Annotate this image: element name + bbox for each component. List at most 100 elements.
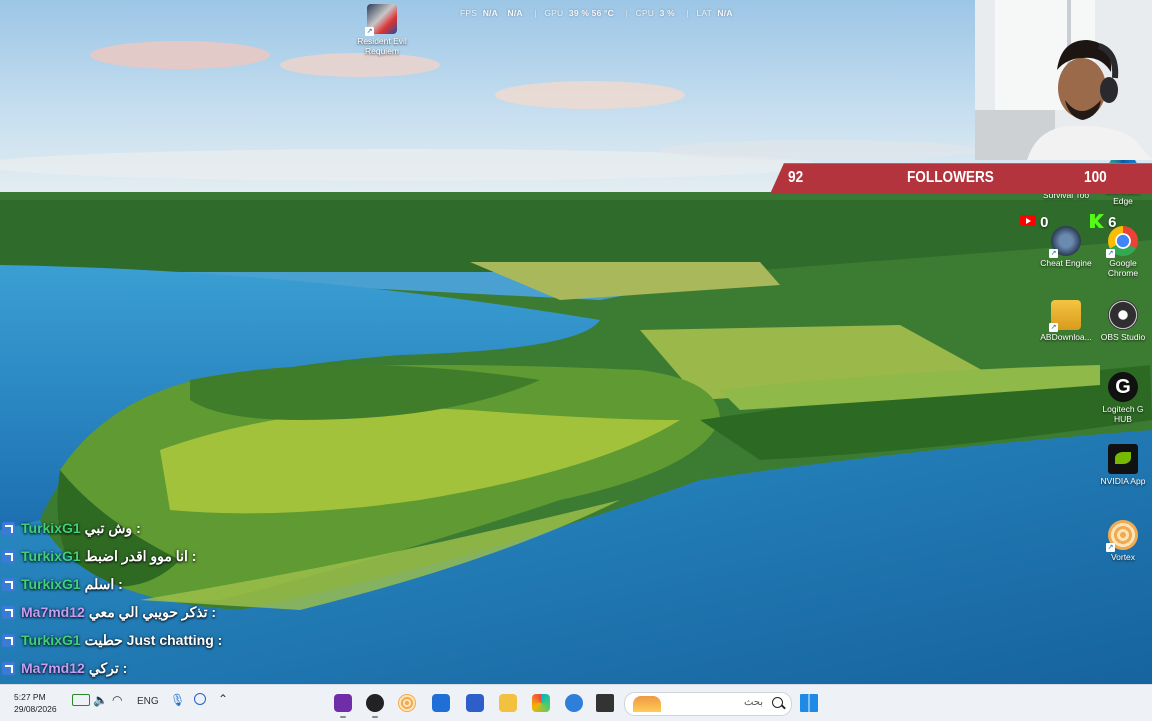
taskbar-search[interactable]: بحث	[624, 692, 792, 716]
volume-icon[interactable]: 🔈	[93, 693, 108, 707]
chat-text: وش تبي :	[84, 519, 141, 536]
start-button-windows-icon[interactable]	[800, 694, 818, 712]
divider: |	[625, 8, 628, 18]
followers-goal-banner: 92 FOLLOWERS 100	[770, 163, 1152, 194]
stream-chat: TurkixG1 وش تبي : TurkixG1 انا موو اقدر …	[2, 514, 302, 682]
gpu-label: GPU	[544, 8, 564, 18]
chat-badge-icon	[2, 661, 15, 675]
abdownloader-icon: ↗	[1049, 300, 1081, 332]
chat-badge-icon	[2, 521, 15, 535]
divider: |	[686, 8, 689, 18]
fps-label: FPS	[460, 8, 478, 18]
desktop-icon-label: Edge	[1113, 196, 1133, 206]
fps-value: N/A	[482, 8, 498, 18]
cheat-engine-icon: ↗	[1049, 226, 1081, 258]
shortcut-arrow-icon: ↗	[1106, 543, 1115, 552]
chat-message: TurkixG1 وش تبي :	[2, 514, 302, 542]
taskbar-copilot-icon[interactable]	[532, 694, 550, 712]
lat-label: LAT	[696, 8, 712, 18]
chat-message: TurkixG1 حطيت Just chatting :	[2, 626, 302, 654]
followers-label: FOLLOWERS	[907, 169, 994, 186]
chat-username: TurkixG1	[21, 576, 81, 592]
chat-username: TurkixG1	[21, 548, 81, 564]
chat-badge-icon	[2, 605, 15, 619]
taskbar-outlook-icon[interactable]	[432, 694, 450, 712]
taskbar-vortex-icon[interactable]	[398, 694, 416, 712]
divider: |	[534, 8, 537, 18]
clock-date: 29/08/2026	[14, 704, 57, 714]
taskbar-store-icon[interactable]	[466, 694, 484, 712]
chat-message: TurkixG1 اسلم :	[2, 570, 302, 598]
desktop-icon-label: OBS Studio	[1100, 332, 1146, 342]
shortcut-arrow-icon: ↗	[365, 27, 374, 36]
desktop-icon-label: Cheat Engine	[1040, 258, 1092, 268]
followers-goal: 100	[1084, 169, 1107, 186]
taskbar-file-explorer-icon[interactable]	[499, 694, 517, 712]
taskbar: 5:27 PM 29/08/2026 🔈 ◠ ENG 🎙 ⌃ بحث	[0, 684, 1152, 721]
desktop-icon-label: Vortex	[1110, 552, 1136, 562]
nvidia-icon	[1108, 444, 1138, 474]
taskbar-obs-icon[interactable]	[366, 694, 384, 718]
chat-message: Ma7md12 تركي :	[2, 654, 302, 682]
desktop-icon-label: Requiem	[364, 46, 400, 56]
chat-text: انا موو اقدر اضبط :	[84, 547, 197, 564]
desktop-icon-obs-studio[interactable]: OBS Studio	[1094, 300, 1152, 342]
chat-badge-icon	[2, 577, 15, 591]
chat-username: Ma7md12	[21, 604, 85, 620]
chat-message: TurkixG1 انا موو اقدر اضبط :	[2, 542, 302, 570]
chat-text: اسلم :	[84, 575, 123, 592]
language-indicator[interactable]: ENG	[137, 696, 159, 707]
network-icon[interactable]	[194, 693, 206, 705]
desktop-icon-google-chrome[interactable]: ↗ Google Chrome	[1094, 226, 1152, 278]
desktop-icon-label: HUB	[1114, 414, 1132, 424]
taskbar-terminal-icon[interactable]	[596, 694, 614, 712]
chat-username: TurkixG1	[21, 520, 81, 536]
chat-text: تذكر حويبي الي معي :	[88, 603, 217, 620]
desktop-icon-cheat-engine[interactable]: ↗ Cheat Engine	[1036, 226, 1096, 268]
desktop-icon-label: NVIDIA App	[1100, 476, 1146, 486]
chat-message: Ma7md12 تذكر حويبي الي معي :	[2, 598, 302, 626]
lat-value: N/A	[717, 8, 733, 18]
game-cover-icon: ↗	[365, 4, 397, 36]
desktop-icon-resident-evil-requiem[interactable]: ↗ Resident Evil Requiem	[352, 4, 412, 56]
desktop-icon-label: Google	[1109, 258, 1137, 268]
chat-text: حطيت Just chatting :	[84, 631, 223, 648]
desktop-icon-abdownloader[interactable]: ↗ ABDownloa...	[1036, 300, 1096, 342]
followers-current: 92	[788, 169, 804, 186]
chevron-up-icon[interactable]: ⌃	[218, 692, 228, 706]
fps-value-secondary: N/A	[507, 8, 523, 18]
taskbar-app-icon[interactable]	[334, 694, 352, 718]
search-placeholder: بحث	[743, 697, 763, 708]
wifi-icon[interactable]: ◠	[112, 693, 122, 707]
chat-username: TurkixG1	[21, 632, 81, 648]
chrome-icon: ↗	[1106, 226, 1138, 258]
taskbar-clock[interactable]: 5:27 PM 29/08/2026	[14, 691, 57, 715]
shortcut-arrow-icon: ↗	[1049, 323, 1058, 332]
youtube-icon	[1020, 215, 1036, 226]
microphone-icon[interactable]: 🎙	[170, 693, 185, 707]
webcam-feed	[975, 0, 1152, 160]
clock-time: 5:27 PM	[14, 692, 46, 702]
gpu-value: 39 % 56 °C	[568, 8, 614, 18]
taskbar-qbittorrent-icon[interactable]	[565, 694, 583, 712]
desktop-icon-nvidia-app[interactable]: NVIDIA App	[1094, 444, 1152, 486]
shortcut-arrow-icon: ↗	[1106, 249, 1115, 258]
chat-badge-icon	[2, 633, 15, 647]
chat-username: Ma7md12	[21, 660, 85, 676]
chat-text: تركي :	[88, 659, 128, 676]
vortex-icon: ↗	[1106, 520, 1138, 552]
desktop-icon-vortex[interactable]: ↗ Vortex	[1094, 520, 1152, 562]
search-icon	[772, 697, 783, 708]
desktop-icon-label: Logitech G	[1102, 404, 1144, 414]
search-highlight-icon	[633, 696, 661, 712]
cpu-value: 3 %	[659, 8, 675, 18]
desktop-icon-label: Resident Evil	[357, 36, 407, 46]
battery-icon[interactable]	[72, 694, 90, 706]
shortcut-arrow-icon: ↗	[1049, 249, 1058, 258]
obs-icon	[1108, 300, 1138, 330]
desktop-icon-logitech-g-hub[interactable]: G Logitech G HUB	[1094, 372, 1152, 424]
cpu-label: CPU	[635, 8, 655, 18]
desktop-icon-label: Chrome	[1107, 268, 1139, 278]
chat-badge-icon	[2, 549, 15, 563]
performance-overlay: FPS N/A N/A | GPU 39 % 56 °C | CPU 3 % |…	[460, 8, 737, 22]
